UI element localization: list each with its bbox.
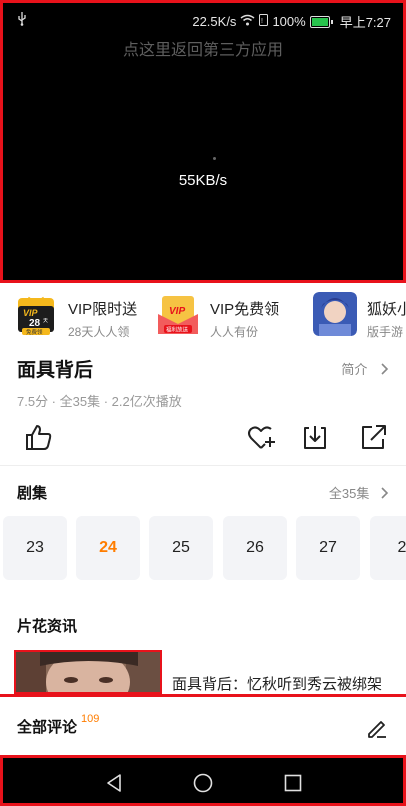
clip-thumbnail[interactable] bbox=[14, 650, 162, 694]
download-icon[interactable] bbox=[300, 422, 330, 452]
promo-subtitle: 版手游 bbox=[367, 325, 404, 339]
back-to-third-party-link[interactable]: 点这里返回第三方应用 bbox=[3, 36, 403, 60]
recents-icon[interactable] bbox=[282, 772, 304, 794]
episode-item-current[interactable]: 24 bbox=[76, 516, 140, 580]
battery-icon bbox=[309, 15, 333, 28]
svg-text:!: ! bbox=[261, 18, 263, 25]
clip-title: 面具背后：忆秋听到秀云被绑架 bbox=[172, 676, 383, 693]
home-icon[interactable] bbox=[192, 772, 214, 794]
intro-button[interactable]: 简介 bbox=[341, 359, 389, 378]
usb-icon bbox=[17, 12, 27, 29]
clock: 早上7:27 bbox=[339, 15, 391, 30]
share-icon[interactable] bbox=[358, 422, 388, 452]
comments-count: 109 bbox=[81, 713, 100, 725]
show-meta: 7.5分 · 全35集 · 2.2亿次播放 bbox=[17, 394, 182, 409]
show-title: 面具背后 bbox=[17, 360, 94, 381]
vip-envelope-icon: VIP 福利放送 bbox=[158, 296, 198, 334]
vip-gift-icon: VIP 28 天 免费领 bbox=[18, 296, 54, 336]
episodes-header: 剧集 全35集 bbox=[17, 482, 389, 502]
promo-title: VIP免费领 bbox=[210, 301, 280, 318]
episode-item[interactable]: 2 bbox=[370, 516, 406, 580]
divider bbox=[0, 465, 406, 466]
chevron-right-icon bbox=[381, 487, 389, 499]
edit-comment-icon[interactable] bbox=[365, 716, 389, 740]
promo-subtitle: 28天人人领 bbox=[68, 325, 130, 339]
svg-text:免费领: 免费领 bbox=[26, 328, 43, 336]
episode-list[interactable]: 23 24 25 26 27 2 bbox=[3, 516, 406, 580]
svg-text:VIP: VIP bbox=[169, 306, 185, 317]
clips-section-title: 片花资讯 bbox=[17, 618, 78, 635]
all-episodes-button[interactable]: 全35集 bbox=[329, 483, 389, 502]
promo-vip-free[interactable]: VIP 福利放送 VIP免费领 人人有份 bbox=[156, 292, 279, 342]
promo-title: 狐妖小 bbox=[367, 301, 406, 318]
episode-item[interactable]: 23 bbox=[3, 516, 67, 580]
svg-text:VIP: VIP bbox=[23, 308, 39, 318]
intro-label: 简介 bbox=[341, 362, 368, 377]
video-player[interactable]: 22.5K/s ! 100% 早上7:27 点这里返回第三方应用 55KB/s bbox=[0, 0, 406, 283]
svg-text:天: 天 bbox=[43, 318, 48, 324]
battery-level: 100% bbox=[272, 14, 306, 29]
promo-subtitle: 人人有份 bbox=[210, 325, 259, 339]
favorite-add-icon[interactable] bbox=[246, 422, 276, 452]
promo-strip[interactable]: VIP 28 天 免费领 VIP限时送 28天人人领 VIP 福利放送 VIP免… bbox=[14, 292, 406, 342]
svg-text:福利放送: 福利放送 bbox=[166, 326, 189, 334]
svg-text:28: 28 bbox=[29, 318, 41, 329]
back-icon[interactable] bbox=[104, 772, 126, 794]
episodes-title: 剧集 bbox=[17, 485, 48, 502]
episode-item[interactable]: 26 bbox=[223, 516, 287, 580]
comments-header: 全部评论 109 bbox=[17, 713, 389, 740]
highlight-line bbox=[0, 694, 406, 697]
game-avatar-image bbox=[313, 292, 357, 336]
clip-thumbnail-image bbox=[16, 652, 160, 692]
loading-indicator bbox=[213, 157, 216, 160]
promo-vip-limited[interactable]: VIP 28 天 免费领 VIP限时送 28天人人领 bbox=[14, 292, 137, 342]
network-speed: 22.5K/s bbox=[192, 14, 237, 29]
system-navigation-bar bbox=[0, 755, 406, 806]
action-bar bbox=[17, 422, 389, 454]
comments-title: 全部评论 bbox=[17, 719, 78, 736]
episode-item[interactable]: 25 bbox=[149, 516, 213, 580]
chevron-right-icon bbox=[381, 363, 389, 375]
episode-item[interactable]: 27 bbox=[296, 516, 360, 580]
status-bar: 22.5K/s ! 100% 早上7:27 bbox=[3, 3, 403, 37]
promo-title: VIP限时送 bbox=[68, 301, 138, 318]
show-title-row: 面具背后 简介 bbox=[17, 355, 389, 383]
all-episodes-label: 全35集 bbox=[328, 486, 370, 501]
buffering-speed: 55KB/s bbox=[178, 172, 228, 189]
like-icon[interactable] bbox=[23, 422, 53, 452]
sim-icon: ! bbox=[259, 14, 269, 29]
promo-game[interactable]: 狐妖小 版手游 bbox=[313, 292, 406, 342]
clip-item[interactable]: 面具背后：忆秋听到秀云被绑架 bbox=[14, 650, 406, 694]
wifi-icon bbox=[240, 14, 255, 29]
